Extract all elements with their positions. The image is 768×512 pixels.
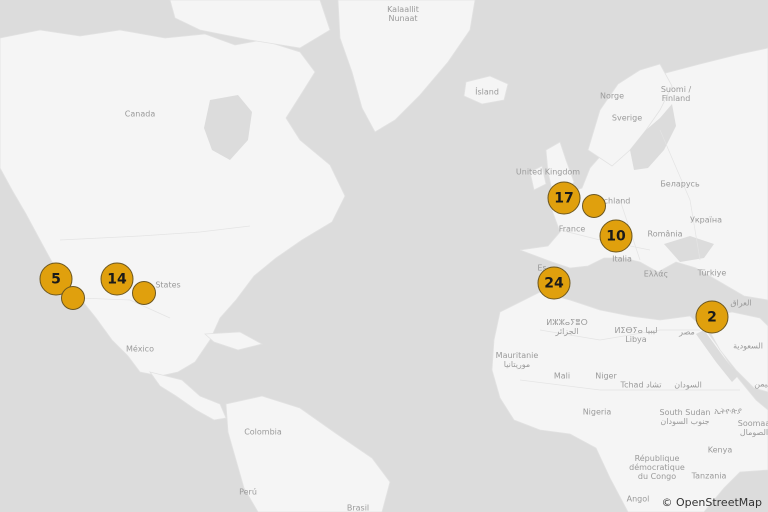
cluster-marker-middle-east[interactable]: 2 xyxy=(695,300,729,334)
label-finland: Suomi / Finland xyxy=(660,84,692,103)
label-states: States xyxy=(155,280,181,290)
label-belarus: Беларусь xyxy=(660,179,700,189)
map-attribution[interactable]: © OpenStreetMap xyxy=(661,496,762,509)
label-brasil: Brasil xyxy=(346,503,370,512)
label-sverige: Sverige xyxy=(611,113,643,123)
label-sudan: السودان xyxy=(674,380,702,390)
cluster-marker-uk-benelux[interactable]: 17 xyxy=(547,181,581,215)
label-somalia: Soomaa الصومال xyxy=(737,418,768,437)
point-marker-mountain[interactable] xyxy=(132,281,156,305)
label-tanzania: Tanzania xyxy=(691,471,727,481)
label-greenland: Kalaallit Nunaat xyxy=(387,4,419,23)
label-ethiopia: ኢትዮጵያ xyxy=(714,406,742,416)
label-ukraine: Україна xyxy=(689,215,723,225)
label-mexico: México xyxy=(126,344,154,354)
label-yemen: ليمن xyxy=(754,379,768,389)
label-niger: Niger xyxy=(595,371,617,381)
label-mali: Mali xyxy=(553,371,571,381)
label-germany: chland xyxy=(603,196,631,206)
label-colombia: Colombia xyxy=(244,427,282,437)
point-marker-germany[interactable] xyxy=(582,194,606,218)
label-libya: ⵍⵉⴱⵢⴰ ليبيا Libya xyxy=(614,325,658,344)
label-iraq: العراق xyxy=(730,298,752,308)
label-norge: Norge xyxy=(599,91,625,101)
label-france: France xyxy=(558,224,586,234)
label-nigeria: Nigeria xyxy=(582,407,612,417)
label-italia: Italia xyxy=(612,254,632,264)
label-canada: Canada xyxy=(124,109,156,119)
label-mauritanie: Mauritanie موريتانيا xyxy=(495,350,539,369)
label-peru: Perú xyxy=(239,487,257,497)
basemap xyxy=(0,0,768,512)
label-angola: Angol xyxy=(626,494,650,504)
label-romania: România xyxy=(647,229,683,239)
label-iceland: Ísland xyxy=(475,87,499,97)
label-uk: United Kingdom xyxy=(515,167,581,177)
cluster-marker-alps[interactable]: 10 xyxy=(599,219,633,253)
map-container[interactable]: Kalaallit Nunaat Canada Ísland Norge Sve… xyxy=(0,0,768,512)
label-algeria: ⵍⵣⵣⴰⵢⴻⵔ الجزائر xyxy=(546,317,588,336)
cluster-marker-mountain[interactable]: 14 xyxy=(100,262,134,296)
label-turkiye: Türkiye xyxy=(697,268,727,278)
label-ellas: Ελλάς xyxy=(643,269,669,279)
point-marker-california[interactable] xyxy=(61,286,85,310)
label-kenya: Kenya xyxy=(707,445,733,455)
label-southsudan: South Sudan جنوب السودان xyxy=(659,407,711,426)
label-rdc: République démocratique du Congo xyxy=(629,454,685,482)
label-egypt: مصر xyxy=(679,327,695,337)
cluster-marker-iberia[interactable]: 24 xyxy=(537,266,571,300)
label-saudi: السعودية xyxy=(733,341,763,351)
label-tchad: Tchad تشاد xyxy=(620,380,662,390)
